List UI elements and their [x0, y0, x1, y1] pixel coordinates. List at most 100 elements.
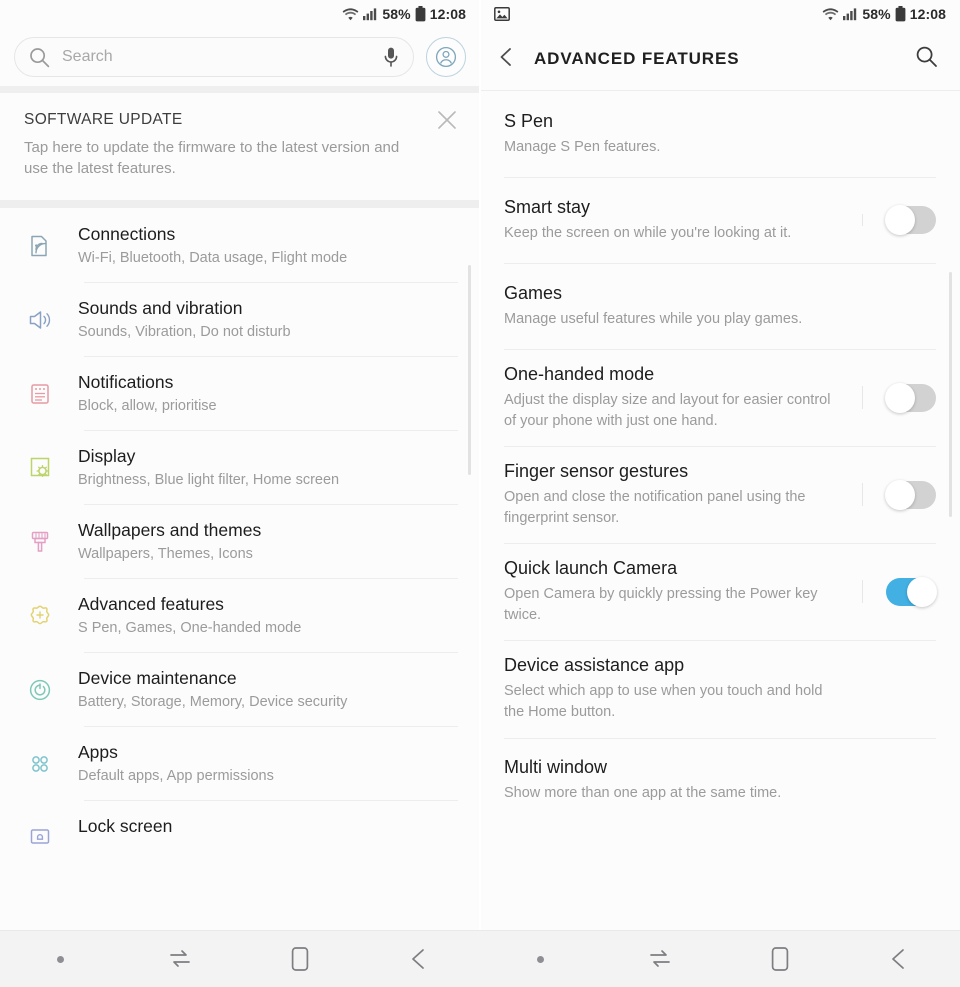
battery-percent-label: 58%: [862, 6, 891, 22]
settings-home-screen: 58% 12:08 Search SOFTWARE UPDATE Tap her…: [0, 0, 480, 987]
list-item-device-assistance-app[interactable]: Device assistance app Select which app t…: [480, 640, 960, 737]
one-handed-mode-toggle[interactable]: [885, 382, 936, 413]
sidebar-item-subtitle: Sounds, Vibration, Do not disturb: [78, 323, 291, 340]
list-item-title: Multi window: [504, 757, 608, 778]
toggle-slot: [862, 461, 960, 528]
sidebar-item-subtitle: S Pen, Games, One-handed mode: [78, 619, 302, 636]
advanced-features-list: S Pen Manage S Pen features. Smart stay …: [480, 91, 960, 824]
list-item-text: Smart stay Keep the screen on while you'…: [504, 197, 862, 244]
sidebar-item-title: Device maintenance: [78, 667, 237, 688]
right-panel-scrollbar[interactable]: [949, 272, 952, 517]
recents-icon[interactable]: [120, 931, 240, 987]
sidebar-item-title: Apps: [78, 741, 118, 762]
list-item-subtitle: Open Camera by quickly pressing the Powe…: [504, 586, 818, 623]
search-input[interactable]: Search: [14, 37, 414, 77]
list-item-text: Games Manage useful features while you p…: [504, 283, 862, 330]
system-navigation-bar: [0, 930, 960, 987]
sidebar-item-subtitle: Wi-Fi, Bluetooth, Data usage, Flight mod…: [78, 249, 348, 266]
list-item-text: One-handed mode Adjust the display size …: [504, 364, 862, 431]
settings-list: Connections Wi-Fi, Bluetooth, Data usage…: [0, 207, 480, 872]
smart-stay-toggle[interactable]: [885, 205, 936, 235]
toggle-slot: [862, 106, 960, 162]
status-bar-left: 58% 12:08: [0, 0, 480, 28]
recents-icon[interactable]: [600, 931, 720, 987]
list-item-text: Device assistance app Select which app t…: [504, 655, 862, 722]
sidebar-item-sounds-and-vibration[interactable]: Sounds and vibration Sounds, Vibration, …: [0, 281, 480, 356]
list-item-smart-stay[interactable]: Smart stay Keep the screen on while you'…: [480, 177, 960, 263]
list-item-quick-launch-camera[interactable]: Quick launch Camera Open Camera by quick…: [480, 543, 960, 640]
status-bar-right-slot: 58% 12:08: [822, 6, 946, 22]
finger-sensor-gestures-toggle[interactable]: [885, 479, 936, 510]
sidebar-item-apps[interactable]: Apps Default apps, App permissions: [0, 725, 480, 800]
list-item-games[interactable]: Games Manage useful features while you p…: [480, 263, 960, 349]
sidebar-item-title: Connections: [78, 223, 176, 244]
nav-bar-left: [0, 931, 480, 987]
display-brightness-icon: [22, 450, 58, 486]
list-item-title: Finger sensor gestures: [504, 461, 689, 482]
battery-percent-label: 58%: [382, 6, 411, 22]
toggle-slot: [862, 753, 960, 809]
list-item-subtitle: Adjust the display size and layout for e…: [504, 392, 831, 429]
account-avatar-icon[interactable]: [426, 37, 466, 77]
software-update-banner[interactable]: SOFTWARE UPDATE Tap here to update the f…: [0, 93, 480, 200]
sidebar-item-title: Notifications: [78, 371, 174, 392]
list-item-text: Finger sensor gestures Open and close th…: [504, 461, 862, 528]
sidebar-item-text: Wallpapers and themes Wallpapers, Themes…: [78, 520, 460, 562]
toggle-slot: [862, 278, 960, 334]
close-icon[interactable]: [436, 109, 458, 131]
status-bar-right-slot: 58% 12:08: [342, 6, 466, 22]
search-icon[interactable]: [915, 45, 938, 73]
list-item-title: Smart stay: [504, 196, 591, 217]
image-notification-icon: [494, 7, 510, 21]
nav-bar-right: [480, 931, 960, 987]
sidebar-item-connections[interactable]: Connections Wi-Fi, Bluetooth, Data usage…: [0, 208, 480, 282]
sidebar-item-text: Connections Wi-Fi, Bluetooth, Data usage…: [78, 224, 460, 266]
wifi-icon: [342, 7, 359, 21]
back-arrow-icon[interactable]: [840, 931, 960, 987]
toggle-slot: [862, 655, 960, 722]
notifications-icon: [22, 376, 58, 412]
list-item-title: Device assistance app: [504, 655, 685, 676]
sidebar-item-wallpapers-and-themes[interactable]: Wallpapers and themes Wallpapers, Themes…: [0, 503, 480, 578]
left-panel-scrollbar[interactable]: [468, 265, 471, 475]
lock-screen-icon: [22, 820, 58, 856]
sidebar-item-notifications[interactable]: Notifications Block, allow, prioritise: [0, 355, 480, 430]
home-icon[interactable]: [720, 931, 840, 987]
clock-label: 12:08: [909, 6, 946, 22]
sidebar-item-text: Device maintenance Battery, Storage, Mem…: [78, 668, 460, 710]
back-chevron-icon[interactable]: [496, 46, 518, 73]
list-item-finger-sensor-gestures[interactable]: Finger sensor gestures Open and close th…: [480, 446, 960, 543]
search-row: Search: [0, 28, 480, 86]
sidebar-item-title: Display: [78, 445, 136, 466]
list-item-multi-window[interactable]: Multi window Show more than one app at t…: [480, 737, 960, 824]
sidebar-item-subtitle: Block, allow, prioritise: [78, 397, 217, 414]
advanced-features-gear-icon: [22, 598, 58, 634]
sidebar-item-title: Lock screen: [78, 815, 173, 836]
search-icon: [29, 47, 50, 68]
list-item-one-handed-mode[interactable]: One-handed mode Adjust the display size …: [480, 349, 960, 446]
back-arrow-icon[interactable]: [360, 931, 480, 987]
sidebar-item-text: Sounds and vibration Sounds, Vibration, …: [78, 298, 460, 340]
sidebar-item-display[interactable]: Display Brightness, Blue light filter, H…: [0, 429, 480, 504]
sidebar-item-advanced-features[interactable]: Advanced features S Pen, Games, One-hand…: [0, 577, 480, 652]
cellular-signal-icon: [363, 7, 378, 21]
status-dot-icon: [480, 931, 600, 987]
cellular-signal-icon: [843, 7, 858, 21]
sidebar-item-text: Advanced features S Pen, Games, One-hand…: [78, 594, 460, 636]
sidebar-item-lock-screen[interactable]: Lock screen: [0, 799, 480, 872]
sidebar-item-text: Display Brightness, Blue light filter, H…: [78, 446, 460, 488]
section-divider-banner-bottom: [0, 199, 480, 208]
microphone-icon[interactable]: [383, 46, 399, 68]
sidebar-item-title: Wallpapers and themes: [78, 519, 262, 540]
sidebar-item-subtitle: Wallpapers, Themes, Icons: [78, 545, 253, 562]
home-icon[interactable]: [240, 931, 360, 987]
list-item-s-pen[interactable]: S Pen Manage S Pen features.: [480, 91, 960, 177]
status-bar-left-slot: [494, 7, 822, 21]
sidebar-item-device-maintenance[interactable]: Device maintenance Battery, Storage, Mem…: [0, 651, 480, 726]
sidebar-item-subtitle: Brightness, Blue light filter, Home scre…: [78, 471, 340, 488]
quick-launch-camera-toggle[interactable]: [886, 576, 937, 607]
list-item-title: One-handed mode: [504, 364, 655, 384]
list-item-text: Multi window Show more than one app at t…: [504, 757, 862, 804]
status-bar-right: 58% 12:08: [480, 0, 960, 28]
list-item-title: Games: [504, 282, 563, 303]
